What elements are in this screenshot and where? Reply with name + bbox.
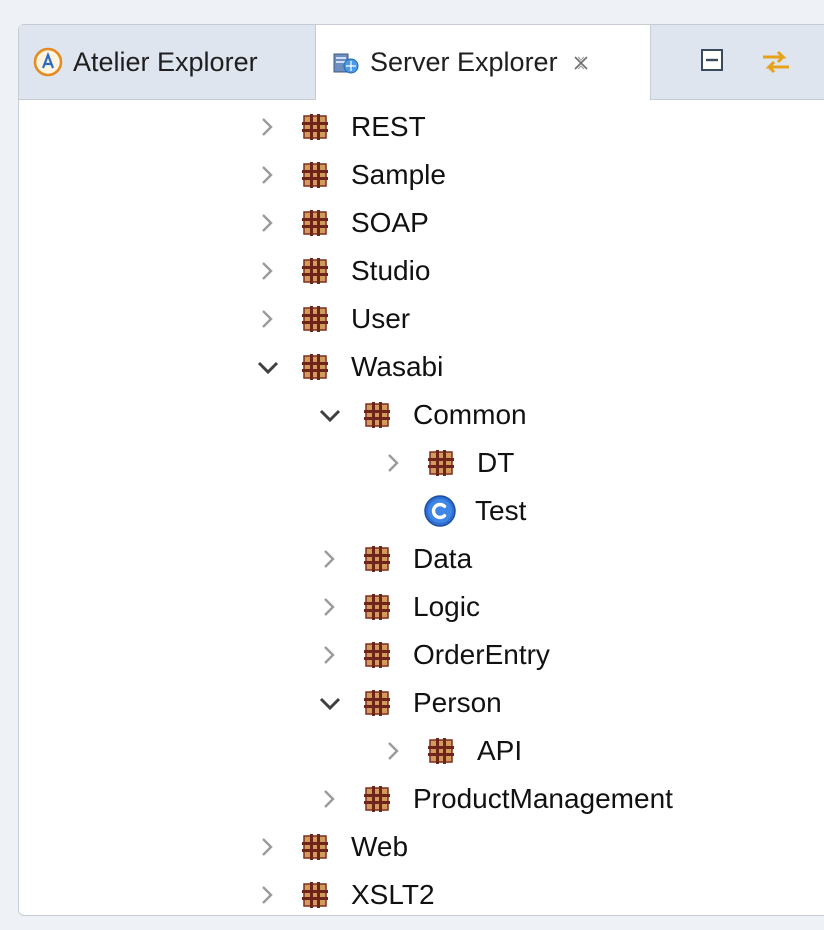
chevron-down-icon[interactable] <box>315 688 345 718</box>
chevron-right-icon[interactable] <box>253 832 283 862</box>
tab-server-explorer[interactable]: Server Explorer <box>315 25 651 100</box>
package-icon <box>301 305 329 333</box>
tree-item-label: Logic <box>413 591 480 622</box>
package-icon <box>363 641 391 669</box>
package-icon <box>301 209 329 237</box>
package-icon <box>301 833 329 861</box>
tab-atelier-explorer[interactable]: Atelier Explorer <box>33 25 258 99</box>
tab-server-label: Server Explorer <box>370 47 558 77</box>
tree-item-wasabi[interactable]: Wasabi <box>253 343 443 391</box>
chevron-right-icon[interactable] <box>253 160 283 190</box>
tree-item-label: REST <box>351 111 426 142</box>
class-icon <box>423 494 457 528</box>
tree-item-label: Studio <box>351 255 431 286</box>
tree-item-soap[interactable]: SOAP <box>253 199 429 247</box>
tree-item-xslt2[interactable]: XSLT2 <box>253 871 435 919</box>
package-icon <box>427 449 455 477</box>
chevron-right-icon[interactable] <box>315 640 345 670</box>
tree-item-common[interactable]: Common <box>315 391 527 439</box>
tree-item-logic[interactable]: Logic <box>315 583 480 631</box>
tree-item-person[interactable]: Person <box>315 679 502 727</box>
chevron-down-icon[interactable] <box>253 352 283 382</box>
package-icon <box>301 161 329 189</box>
tree-item-label: ProductManagement <box>413 783 673 814</box>
tree-item-label: User <box>351 303 411 334</box>
tree-item-label: Sample <box>351 159 446 190</box>
tree-item-api[interactable]: API <box>379 727 522 775</box>
tree-item-label: Test <box>475 495 527 526</box>
package-icon <box>301 881 329 909</box>
close-icon[interactable] <box>572 54 590 72</box>
tree-item-user[interactable]: User <box>253 295 410 343</box>
package-icon <box>301 257 329 285</box>
collapse-all-icon[interactable] <box>699 47 725 73</box>
tree-item-data[interactable]: Data <box>315 535 472 583</box>
chevron-right-icon[interactable] <box>253 880 283 910</box>
tree-item-studio[interactable]: Studio <box>253 247 430 295</box>
tree-item-rest[interactable]: REST <box>253 103 426 151</box>
tree-item-orderentry[interactable]: OrderEntry <box>315 631 550 679</box>
package-icon <box>363 785 391 813</box>
chevron-right-icon[interactable] <box>253 256 283 286</box>
tree-item-label: Common <box>413 399 527 430</box>
package-icon <box>363 401 391 429</box>
tree-item-label: Data <box>413 543 473 574</box>
package-icon <box>363 545 391 573</box>
tree-item-label: API <box>477 735 523 766</box>
tab-atelier-label: Atelier Explorer <box>73 46 258 77</box>
package-icon <box>301 113 329 141</box>
chevron-right-icon[interactable] <box>253 112 283 142</box>
link-with-editor-icon[interactable] <box>759 47 793 77</box>
tree-item-label: Person <box>413 687 502 718</box>
server-explorer-panel: Atelier Explorer Server Explorer REST Sa… <box>18 24 824 916</box>
chevron-right-icon[interactable] <box>379 736 409 766</box>
tree-item-dt[interactable]: DT <box>379 439 514 487</box>
tree-item-label: OrderEntry <box>413 639 550 670</box>
tab-bar: Atelier Explorer Server Explorer <box>19 25 824 100</box>
chevron-right-icon[interactable] <box>315 784 345 814</box>
chevron-right-icon[interactable] <box>253 208 283 238</box>
atelier-icon <box>33 47 63 77</box>
package-icon <box>363 593 391 621</box>
chevron-right-icon[interactable] <box>253 304 283 334</box>
chevron-down-icon[interactable] <box>315 400 345 430</box>
tree-item-spacer <box>379 496 409 526</box>
tree-item-label: XSLT2 <box>351 879 435 910</box>
tree-item-sample[interactable]: Sample <box>253 151 446 199</box>
tree-item-label: SOAP <box>351 207 429 238</box>
tree-item-label: Web <box>351 831 409 862</box>
tree-item-productmanagement[interactable]: ProductManagement <box>315 775 673 823</box>
tree-item-test[interactable]: Test <box>379 487 526 535</box>
chevron-right-icon[interactable] <box>379 448 409 478</box>
chevron-right-icon[interactable] <box>315 592 345 622</box>
tree-item-web[interactable]: Web <box>253 823 408 871</box>
server-icon <box>330 48 360 78</box>
chevron-right-icon[interactable] <box>315 544 345 574</box>
package-icon <box>427 737 455 765</box>
tree-item-label: DT <box>477 447 515 478</box>
tree-item-label: Wasabi <box>351 351 444 382</box>
package-icon <box>301 353 329 381</box>
package-icon <box>363 689 391 717</box>
